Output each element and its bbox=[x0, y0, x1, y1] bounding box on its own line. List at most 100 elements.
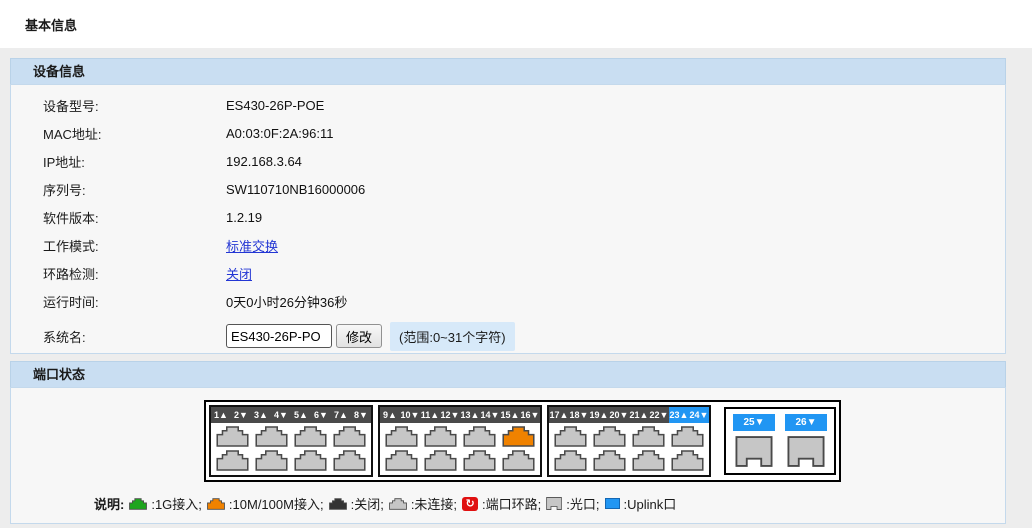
loop-detect-link[interactable]: 关闭 bbox=[226, 264, 252, 283]
port-2-icon[interactable] bbox=[216, 450, 249, 471]
page-title: 基本信息 bbox=[25, 15, 77, 34]
port-13-icon[interactable] bbox=[463, 426, 496, 447]
port-11-icon[interactable] bbox=[424, 426, 457, 447]
ip-address-value: 192.168.3.64 bbox=[226, 154, 302, 169]
port-header-label: 20▼ bbox=[609, 407, 629, 423]
port-status-section-header: 端口状态 bbox=[10, 361, 1006, 387]
mac-address-value: A0:03:0F:2A:96:11 bbox=[226, 126, 333, 141]
device-info-section-header: 设备信息 bbox=[10, 58, 1006, 84]
sfp-port-26: 26▼ bbox=[785, 414, 827, 467]
port-10-icon[interactable] bbox=[385, 450, 418, 471]
port-header-label: 13▲ bbox=[460, 407, 480, 423]
modify-button[interactable]: 修改 bbox=[336, 324, 382, 348]
port-header-label: 3▲ bbox=[251, 407, 271, 423]
port-5-icon[interactable] bbox=[294, 426, 327, 447]
port-18-icon[interactable] bbox=[554, 450, 587, 471]
port-8-icon[interactable] bbox=[333, 450, 366, 471]
port-4-icon[interactable] bbox=[255, 450, 288, 471]
port-17-icon[interactable] bbox=[554, 426, 587, 447]
row-mac-address: MAC地址:A0:03:0F:2A:96:11 bbox=[11, 119, 1005, 147]
fiber-port-icon bbox=[546, 497, 562, 510]
port-12-icon[interactable] bbox=[424, 450, 457, 471]
system-name-input[interactable] bbox=[226, 324, 332, 348]
port-header-label: 11▲ bbox=[420, 407, 440, 423]
row-device-model: 设备型号:ES430-26P-POE bbox=[11, 91, 1005, 119]
port-header-label: 15▲ bbox=[500, 407, 520, 423]
closed-port-icon bbox=[329, 498, 347, 510]
port-header-label: 8▼ bbox=[351, 407, 371, 423]
port-group-1: 1▲2▼3▲4▼5▲6▼7▲8▼ bbox=[209, 405, 373, 477]
device-info-section-title: 设备信息 bbox=[33, 64, 85, 79]
legend-item-text: :1G接入; bbox=[151, 494, 202, 513]
uptime-label: 运行时间: bbox=[43, 292, 226, 311]
system-name-range-hint: (范围:0~31个字符) bbox=[390, 322, 515, 351]
uplink-port-icon bbox=[605, 498, 620, 509]
system-name-label: 系统名: bbox=[43, 327, 226, 346]
device-info-section: 设备信息 设备型号:ES430-26P-POEMAC地址:A0:03:0F:2A… bbox=[10, 58, 1006, 354]
legend-item-uplink: :Uplink口 bbox=[605, 494, 677, 513]
port-21-icon[interactable] bbox=[632, 426, 665, 447]
legend-item-disconnected: :未连接; bbox=[389, 494, 457, 513]
legend-item-text: :端口环路; bbox=[482, 494, 541, 513]
port-15-icon[interactable] bbox=[502, 426, 535, 447]
port-header-label: 4▼ bbox=[271, 407, 291, 423]
port-16-icon[interactable] bbox=[502, 450, 535, 471]
port-24-icon[interactable] bbox=[671, 450, 704, 471]
port-20-icon[interactable] bbox=[593, 450, 626, 471]
port-header-label: 9▲ bbox=[380, 407, 400, 423]
device-model-label: 设备型号: bbox=[43, 96, 226, 115]
port-header-label: 19▲ bbox=[589, 407, 609, 423]
port-group-header: 17▲18▼19▲20▼21▲22▼23▲24▼ bbox=[549, 407, 709, 423]
loop-detect-label: 环路检测: bbox=[43, 264, 226, 283]
device-info-rows: 设备型号:ES430-26P-POEMAC地址:A0:03:0F:2A:96:1… bbox=[11, 85, 1005, 319]
row-system-name: 系统名: 修改 (范围:0~31个字符) bbox=[11, 319, 1005, 353]
port-23-icon[interactable] bbox=[671, 426, 704, 447]
port-header-label: 21▲ bbox=[629, 407, 649, 423]
serial-number-label: 序列号: bbox=[43, 180, 226, 199]
port-header-label: 5▲ bbox=[291, 407, 311, 423]
port-header-label: 2▼ bbox=[231, 407, 251, 423]
port-22-icon[interactable] bbox=[632, 450, 665, 471]
gigabit-port-icon bbox=[129, 498, 147, 510]
uplink-port-header-label: 23▲ bbox=[669, 407, 689, 423]
software-version-value: 1.2.19 bbox=[226, 210, 262, 225]
port-header-label: 18▼ bbox=[569, 407, 589, 423]
row-work-mode: 工作模式:标准交换 bbox=[11, 231, 1005, 259]
legend-item-text: :10M/100M接入; bbox=[229, 494, 324, 513]
port-14-icon[interactable] bbox=[463, 450, 496, 471]
software-version-label: 软件版本: bbox=[43, 208, 226, 227]
port-6-icon[interactable] bbox=[294, 450, 327, 471]
port-status-section-title: 端口状态 bbox=[33, 367, 85, 382]
port-group-header: 9▲10▼11▲12▼13▲14▼15▲16▼ bbox=[380, 407, 540, 423]
row-uptime: 运行时间:0天0小时26分钟36秒 bbox=[11, 287, 1005, 315]
port-header-label: 16▼ bbox=[520, 407, 540, 423]
port-3-icon[interactable] bbox=[255, 426, 288, 447]
port-1-icon[interactable] bbox=[216, 426, 249, 447]
legend-prefix: 说明: bbox=[94, 494, 124, 513]
sfp-port-25-icon[interactable] bbox=[735, 436, 773, 467]
legend-item-text: :关闭; bbox=[351, 494, 384, 513]
row-ip-address: IP地址:192.168.3.64 bbox=[11, 147, 1005, 175]
device-model-value: ES430-26P-POE bbox=[226, 98, 324, 113]
port-header-label: 1▲ bbox=[211, 407, 231, 423]
ip-address-label: IP地址: bbox=[43, 152, 226, 171]
fast-port-icon bbox=[207, 498, 225, 510]
port-group-2: 9▲10▼11▲12▼13▲14▼15▲16▼ bbox=[378, 405, 542, 477]
legend-item-text: :光口; bbox=[566, 494, 599, 513]
sfp-uplink-group: 25▼26▼ bbox=[724, 407, 836, 475]
work-mode-link[interactable]: 标准交换 bbox=[226, 236, 278, 255]
port-7-icon[interactable] bbox=[333, 426, 366, 447]
uptime-value: 0天0小时26分钟36秒 bbox=[226, 292, 347, 311]
switch-port-panel: 1▲2▼3▲4▼5▲6▼7▲8▼9▲10▼11▲12▼13▲14▼15▲16▼1… bbox=[204, 400, 841, 482]
port-header-label: 7▲ bbox=[331, 407, 351, 423]
row-serial-number: 序列号:SW110710NB16000006 bbox=[11, 175, 1005, 203]
port-header-label: 6▼ bbox=[311, 407, 331, 423]
port-group-header: 1▲2▼3▲4▼5▲6▼7▲8▼ bbox=[211, 407, 371, 423]
port-19-icon[interactable] bbox=[593, 426, 626, 447]
legend-item-loop: ↻:端口环路; bbox=[462, 494, 541, 513]
legend-item-gigabit: :1G接入; bbox=[129, 494, 202, 513]
port-9-icon[interactable] bbox=[385, 426, 418, 447]
uplink-port-header-label: 24▼ bbox=[689, 407, 709, 423]
port-header-label: 10▼ bbox=[400, 407, 420, 423]
sfp-port-26-icon[interactable] bbox=[787, 436, 825, 467]
